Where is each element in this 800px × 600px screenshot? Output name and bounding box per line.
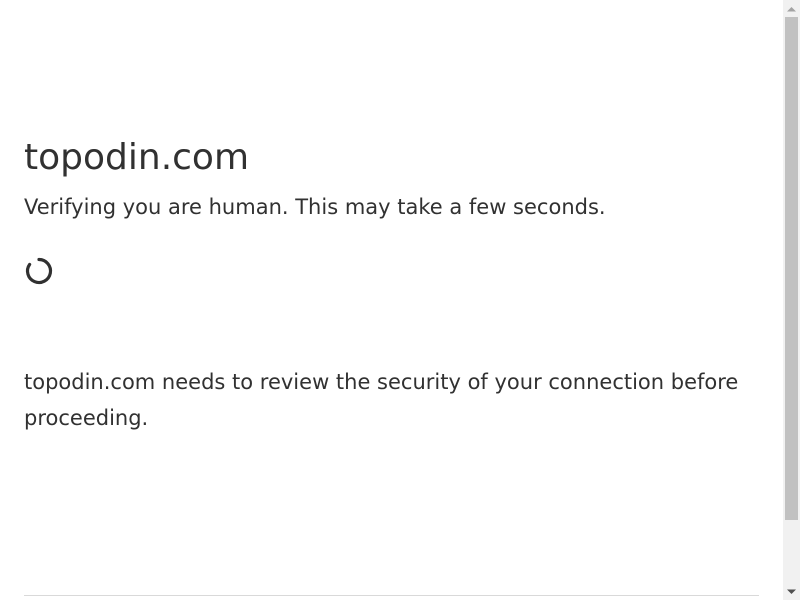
challenge-page: topodin.com Verifying you are human. Thi… [0,0,783,600]
vertical-scrollbar[interactable] [783,0,800,600]
scrollbar-thumb[interactable] [785,17,798,520]
page-title: topodin.com [24,137,250,178]
security-review-message: topodin.com needs to review the security… [24,370,739,430]
chevron-up-icon[interactable] [783,0,800,17]
chevron-down-icon[interactable] [783,583,800,600]
footer-divider [24,595,759,596]
verification-subtitle: Verifying you are human. This may take a… [24,195,606,219]
loading-spinner-icon [24,256,54,286]
